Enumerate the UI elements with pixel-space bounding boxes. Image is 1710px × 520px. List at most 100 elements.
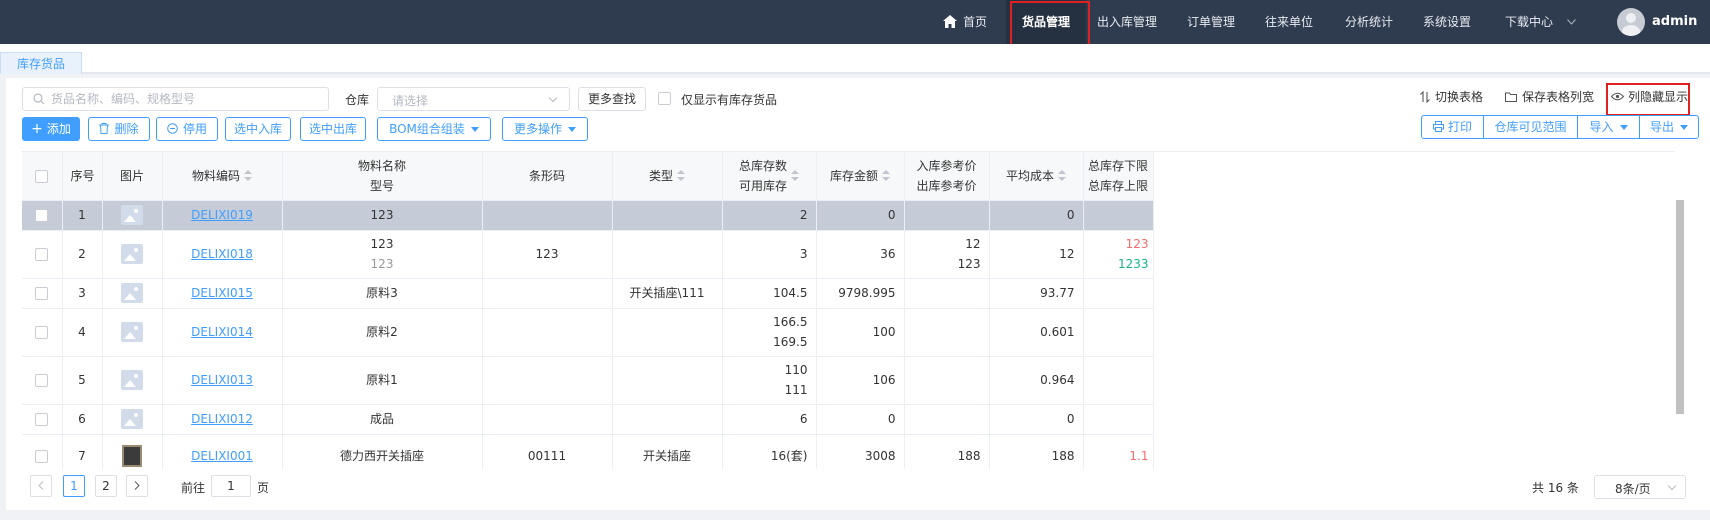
cell-amount: 106 xyxy=(816,356,905,405)
row-select-cell[interactable] xyxy=(22,404,63,435)
column-header-stock[interactable]: 总库存数 可用库存 xyxy=(722,152,817,201)
nav-analytics-label: 分析统计 xyxy=(1345,15,1394,29)
row-checkbox[interactable] xyxy=(35,287,49,300)
table-row[interactable]: 5 DELIXI013 原料1 110 111 106 0.964 xyxy=(22,356,1154,405)
table-row[interactable]: 4 DELIXI014 原料2 166.5 169.5 100 0.601 xyxy=(22,308,1154,357)
row-checkbox[interactable] xyxy=(35,413,49,426)
save-width-button[interactable]: 保存表格列宽 xyxy=(1505,87,1594,107)
cell-stock: 16(套) xyxy=(722,434,817,469)
in-selected-button[interactable]: 选中入库 xyxy=(225,117,291,141)
cell-image xyxy=(102,308,163,357)
nav-analytics[interactable]: 分析统计 xyxy=(1345,0,1393,44)
table-row[interactable]: 1 DELIXI019 123 2 0 0 xyxy=(22,200,1154,231)
product-thumbnail[interactable] xyxy=(122,445,142,467)
next-page-button[interactable] xyxy=(126,475,148,497)
row-select-cell[interactable] xyxy=(22,434,63,469)
image-placeholder-icon[interactable] xyxy=(121,370,143,391)
material-code-link[interactable]: DELIXI001 xyxy=(191,449,253,463)
only-stock-checkbox[interactable] xyxy=(658,92,671,105)
image-placeholder-icon[interactable] xyxy=(121,244,143,265)
select-all-checkbox[interactable] xyxy=(35,169,49,183)
image-placeholder-icon[interactable] xyxy=(121,409,143,430)
page-2-button[interactable]: 2 xyxy=(95,475,117,497)
user-name[interactable]: admin xyxy=(1652,0,1697,44)
row-checkbox[interactable] xyxy=(35,248,49,261)
row-checkbox[interactable] xyxy=(35,326,49,339)
prev-page-button[interactable] xyxy=(30,475,52,497)
material-code-link[interactable]: DELIXI013 xyxy=(191,373,253,387)
out-selected-button[interactable]: 选中出库 xyxy=(300,117,366,141)
print-button[interactable]: 打印 xyxy=(1422,116,1484,138)
column-header-type-label: 类型 xyxy=(648,168,673,183)
page-1-button[interactable]: 1 xyxy=(63,475,85,497)
row-select-cell[interactable] xyxy=(22,308,63,357)
material-code-link[interactable]: DELIXI018 xyxy=(191,247,253,261)
sort-icon[interactable] xyxy=(882,170,890,182)
column-header-avg-cost[interactable]: 平均成本 xyxy=(989,152,1084,201)
cell-avg-cost: 0.601 xyxy=(989,308,1084,357)
cell-prices: 188 xyxy=(904,434,990,469)
search-input[interactable] xyxy=(51,90,321,108)
row-select-cell[interactable] xyxy=(22,230,63,279)
row-select-cell[interactable] xyxy=(22,200,63,231)
material-code-link[interactable]: DELIXI019 xyxy=(191,208,253,222)
sort-icon[interactable] xyxy=(244,170,252,182)
bom-dropdown-button[interactable]: BOM组合组装 xyxy=(377,117,491,141)
page-size-select[interactable]: 8条/页 xyxy=(1594,475,1686,499)
sort-icon[interactable] xyxy=(791,169,799,182)
row-select-cell[interactable] xyxy=(22,356,63,405)
cell-code: DELIXI015 xyxy=(162,278,283,309)
image-placeholder-icon[interactable] xyxy=(121,322,143,343)
row-checkbox[interactable] xyxy=(35,374,49,387)
nav-order-management[interactable]: 订单管理 xyxy=(1187,0,1235,44)
table-row[interactable]: 7 DELIXI001 德力西开关插座 00111 开关插座 16(套) 3008 188 18… xyxy=(22,434,1154,469)
search-field[interactable] xyxy=(22,87,329,111)
row-checkbox[interactable] xyxy=(35,209,49,222)
add-button[interactable]: + 添加 xyxy=(22,117,80,141)
table-row[interactable]: 3 DELIXI015 原料3 开关插座\111 104.5 9798.995 93.77 xyxy=(22,278,1154,309)
material-code-link[interactable]: DELIXI014 xyxy=(191,325,253,339)
cell-prices xyxy=(904,200,990,231)
column-header-seq: 序号 xyxy=(62,152,103,201)
material-code-link[interactable]: DELIXI015 xyxy=(191,286,253,300)
nav-system-settings[interactable]: 系统设置 xyxy=(1423,0,1471,44)
export-dropdown-button[interactable]: 导出 xyxy=(1640,116,1698,138)
more-ops-label: 更多操作 xyxy=(513,122,562,136)
avatar[interactable] xyxy=(1617,8,1645,36)
sort-icon[interactable] xyxy=(1058,170,1066,182)
sort-icon[interactable] xyxy=(677,170,685,182)
nav-partners[interactable]: 往来单位 xyxy=(1265,0,1313,44)
cell-barcode xyxy=(482,308,613,357)
column-header-code[interactable]: 物料编码 xyxy=(162,152,283,201)
column-header-type[interactable]: 类型 xyxy=(612,152,723,201)
goto-page-input[interactable] xyxy=(211,475,251,497)
nav-home[interactable]: 首页 xyxy=(943,0,987,44)
row-checkbox[interactable] xyxy=(35,450,49,463)
column-header-stock-labels: 总库存数 可用库存 xyxy=(739,156,787,196)
in-price: 188 xyxy=(957,449,981,463)
material-code-link[interactable]: DELIXI012 xyxy=(191,412,253,426)
table-row[interactable]: 6 DELIXI012 成品 6 0 0 xyxy=(22,404,1154,435)
nav-inout-management[interactable]: 出入库管理 xyxy=(1097,0,1157,44)
disable-button[interactable]: 停用 xyxy=(156,117,218,141)
total-stock: 3 xyxy=(799,247,808,261)
tab-inventory-goods[interactable]: 库存货品 xyxy=(0,52,82,74)
delete-button[interactable]: 删除 xyxy=(88,117,150,141)
cell-type: 开关插座\111 xyxy=(612,278,723,309)
switch-table-button[interactable]: 切换表格 xyxy=(1420,87,1483,107)
column-header-amount[interactable]: 库存金额 xyxy=(816,152,905,201)
table-scrollbar-thumb[interactable] xyxy=(1676,200,1684,414)
total-stock: 16(套) xyxy=(770,449,808,463)
row-select-cell[interactable] xyxy=(22,278,63,309)
table-row[interactable]: 2 DELIXI018 123 123 123 3 36 12 123 12 123 1233 xyxy=(22,230,1154,279)
more-ops-dropdown-button[interactable]: 更多操作 xyxy=(502,117,588,141)
image-placeholder-icon[interactable] xyxy=(121,283,143,304)
visible-scope-button[interactable]: 仓库可见范围 xyxy=(1484,116,1578,138)
image-placeholder-icon[interactable] xyxy=(121,205,143,226)
nav-download-center[interactable]: 下载中心 xyxy=(1505,0,1576,44)
more-search-button[interactable]: 更多查找 xyxy=(578,87,646,111)
import-dropdown-button[interactable]: 导入 xyxy=(1578,116,1640,138)
select-all-header[interactable] xyxy=(22,152,63,201)
warehouse-select[interactable]: 请选择 xyxy=(377,87,570,111)
cell-name: 123 xyxy=(282,200,483,231)
